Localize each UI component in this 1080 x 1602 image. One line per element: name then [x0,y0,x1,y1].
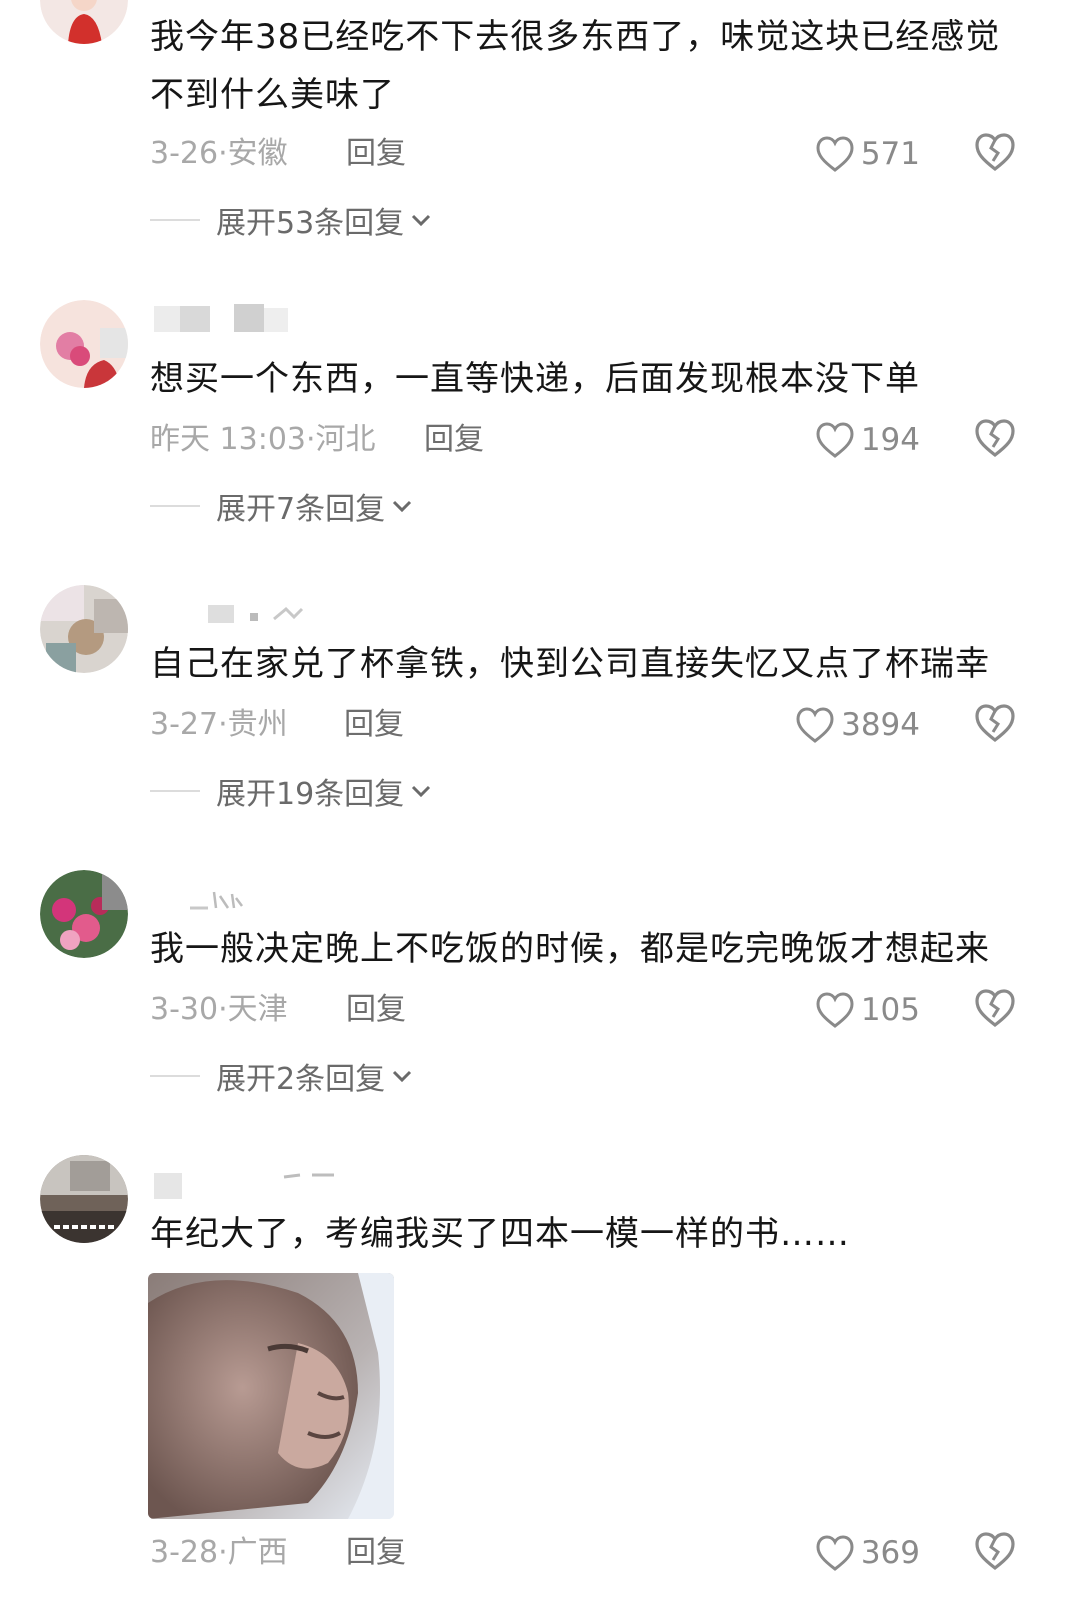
avatar[interactable] [40,585,128,673]
expand-replies-button[interactable]: 展开19条回复 [150,769,432,813]
comment-time-location: 3-26·安徽 [150,136,288,171]
reply-button[interactable]: 回复 [344,703,404,747]
broken-heart-icon [975,419,1015,458]
dislike-button[interactable] [973,987,1017,1031]
avatar[interactable] [40,1155,128,1243]
like-count: 3894 [841,707,920,743]
comment-time-location: 3-28·广西 [150,1535,288,1570]
dislike-button[interactable] [973,417,1017,461]
username-blurred [150,1167,450,1207]
reply-button[interactable]: 回复 [424,418,484,462]
meme-image[interactable] [148,1273,394,1519]
expand-replies-button[interactable]: 展开53条回复 [150,198,432,242]
expand-replies-button[interactable]: 展开2条回复 [150,1054,413,1098]
like-count: 571 [860,136,920,172]
broken-heart-icon [975,133,1015,172]
comment-time-location: 3-30·天津 [150,992,288,1027]
avatar[interactable] [40,0,128,44]
dislike-button[interactable] [973,702,1017,746]
expand-replies-label: 展开7条回复 [216,492,386,527]
username-blurred [150,880,450,920]
broken-heart-icon [975,704,1015,743]
divider [150,1075,200,1077]
like-button[interactable]: 194 [815,418,920,462]
broken-heart-icon [975,989,1015,1028]
like-button[interactable]: 369 [815,1531,920,1575]
heart-outline-icon [816,422,854,458]
expand-replies-label: 展开2条回复 [216,1062,386,1097]
divider [150,790,200,792]
heart-outline-icon [816,1535,854,1571]
like-button[interactable]: 3894 [795,703,920,747]
broken-heart-icon [975,1532,1015,1571]
heart-outline-icon [816,136,854,172]
reply-button[interactable]: 回复 [346,1531,406,1575]
like-count: 105 [860,992,920,1028]
comment-text: 我一般决定晚上不吃饭的时候，都是吃完晚饭才想起来 [150,929,990,969]
comment-time-location: 3-27·贵州 [150,707,288,742]
like-button[interactable]: 571 [815,132,920,176]
avatar[interactable] [40,300,128,388]
comment-text: 自己在家兑了杯拿铁，快到公司直接失忆又点了杯瑞幸 [150,644,990,684]
like-count: 369 [860,1535,920,1571]
comment-text: 我今年38已经吃不下去很多东西了，味觉这块已经感觉不到什么美味了 [150,17,1001,115]
chevron-down-icon [412,785,431,798]
divider [150,505,200,507]
username-blurred [150,300,450,340]
chevron-down-icon [393,500,412,513]
reply-button[interactable]: 回复 [346,988,406,1032]
comment-text: 年纪大了，考编我买了四本一模一样的书…… [150,1214,850,1254]
comment-time-location: 昨天 13:03·河北 [150,422,376,457]
comment-text: 想买一个东西，一直等快递，后面发现根本没下单 [150,359,920,399]
divider [150,219,200,221]
avatar[interactable] [40,870,128,958]
reply-button[interactable]: 回复 [346,132,406,176]
heart-outline-icon [816,992,854,1028]
like-button[interactable]: 105 [815,988,920,1032]
heart-outline-icon [796,707,834,743]
chevron-down-icon [412,214,431,227]
like-count: 194 [860,422,920,458]
chevron-down-icon [393,1070,412,1083]
dislike-button[interactable] [973,1530,1017,1574]
dislike-button[interactable] [973,131,1017,175]
username-blurred [150,595,450,635]
expand-replies-label: 展开53条回复 [216,206,405,241]
expand-replies-label: 展开19条回复 [216,777,405,812]
expand-replies-button[interactable]: 展开7条回复 [150,484,413,528]
